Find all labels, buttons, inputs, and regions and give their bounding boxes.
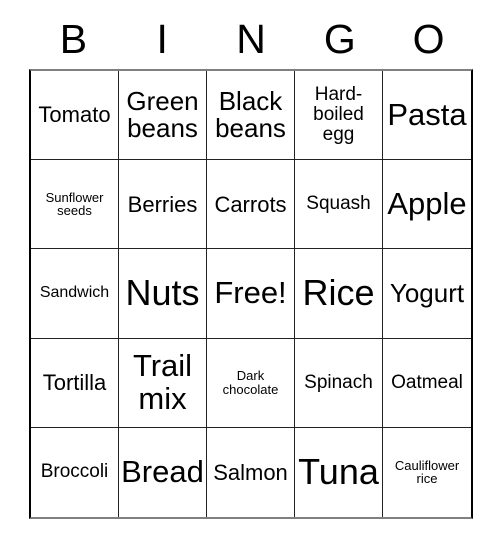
bingo-header-row: B I N G O	[29, 10, 473, 69]
bingo-cell-r4-c3[interactable]: Dark chocolate	[207, 338, 295, 428]
bingo-cell-label: Salmon	[213, 459, 288, 485]
bingo-cell-r1-c1[interactable]: Tomato	[31, 71, 119, 161]
bingo-header-letter-n: N	[236, 16, 266, 62]
bingo-cell-r3-c3[interactable]: Free!	[207, 249, 295, 339]
bingo-cell-label: Bread	[121, 453, 204, 489]
bingo-cell-r2-c5[interactable]: Apple	[383, 160, 471, 250]
bingo-cell-r2-c1[interactable]: Sunflower seeds	[31, 160, 119, 250]
bingo-cell-label: Yogurt	[389, 277, 465, 308]
bingo-cell-r5-c4[interactable]: Tuna	[295, 427, 383, 517]
bingo-cell-r3-c1[interactable]: Sandwich	[31, 249, 119, 339]
bingo-cell-label: Nuts	[125, 272, 200, 314]
bingo-cell-label: Sandwich	[39, 283, 110, 301]
bingo-header-letter-b: B	[59, 16, 88, 62]
bingo-cell-label: Apple	[387, 185, 467, 221]
bingo-cell-label: Spinach	[304, 371, 373, 393]
bingo-cell-r2-c2[interactable]: Berries	[119, 160, 207, 250]
bingo-cell-label: Broccoli	[40, 461, 109, 483]
bingo-header-letter-i: I	[156, 16, 168, 62]
bingo-cell-r2-c4[interactable]: Squash	[295, 160, 383, 250]
bingo-cell-label: Hard-boiled egg	[313, 83, 364, 146]
bingo-cell-label: Rice	[302, 272, 375, 314]
bingo-cell-label: Green beans	[126, 85, 199, 144]
bingo-cell-r3-c2[interactable]: Nuts	[119, 249, 207, 339]
bingo-cell-label: Tortilla	[42, 370, 107, 395]
bingo-cell-r3-c4[interactable]: Rice	[295, 249, 383, 339]
bingo-cell-r4-c2[interactable]: Trail mix	[119, 338, 207, 428]
bingo-cell-label: Sunflower seeds	[45, 189, 104, 219]
bingo-cell-label: Squash	[306, 193, 371, 215]
bingo-cell-r1-c3[interactable]: Black beans	[207, 71, 295, 161]
bingo-cell-r4-c1[interactable]: Tortilla	[31, 338, 119, 428]
bingo-cell-r5-c3[interactable]: Salmon	[207, 427, 295, 517]
bingo-cell-label: Pasta	[387, 96, 467, 132]
bingo-cell-r5-c1[interactable]: Broccoli	[31, 427, 119, 517]
bingo-cell-r2-c3[interactable]: Carrots	[207, 160, 295, 250]
bingo-cell-label: Tuna	[298, 451, 379, 493]
bingo-cell-r3-c5[interactable]: Yogurt	[383, 249, 471, 339]
bingo-cell-label: Free!	[214, 275, 287, 311]
bingo-cell-label: Trail mix	[132, 347, 193, 416]
bingo-cell-label: Carrots	[214, 191, 287, 217]
bingo-cell-r1-c5[interactable]: Pasta	[383, 71, 471, 161]
bingo-cell-r4-c5[interactable]: Oatmeal	[383, 338, 471, 428]
bingo-cell-label: Oatmeal	[391, 371, 463, 393]
bingo-cell-r5-c5[interactable]: Cauliflower rice	[383, 427, 471, 517]
bingo-cell-label: Black beans	[215, 85, 286, 144]
bingo-header-letter-o: O	[412, 16, 445, 62]
bingo-header-letter-g: G	[323, 16, 356, 62]
bingo-cell-label: Cauliflower rice	[394, 457, 460, 487]
bingo-cell-label: Dark chocolate	[222, 367, 279, 397]
bingo-cell-r4-c4[interactable]: Spinach	[295, 338, 383, 428]
bingo-grid: Tomato Green beans Black beans Hard-boiled …	[29, 69, 473, 519]
bingo-cell-label: Tomato	[38, 102, 111, 128]
bingo-cell-r5-c2[interactable]: Bread	[119, 427, 207, 517]
bingo-cell-r1-c4[interactable]: Hard-boiled egg	[295, 71, 383, 161]
bingo-cell-label: Berries	[127, 191, 198, 217]
bingo-card: B I N G O Tomato Green beans Black beans Ha…	[29, 10, 473, 519]
bingo-cell-r1-c2[interactable]: Green beans	[119, 71, 207, 161]
